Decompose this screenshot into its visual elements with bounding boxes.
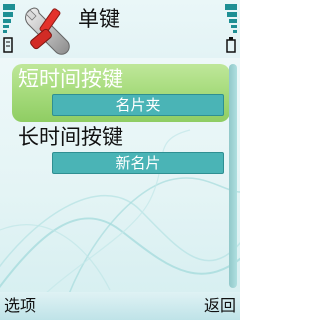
list-item-value: 新名片	[52, 152, 224, 174]
back-softkey[interactable]: 返回	[204, 292, 236, 316]
options-softkey[interactable]: 选项	[4, 292, 36, 316]
list-item-label: 短时间按键	[18, 67, 123, 91]
page-title: 单键	[78, 7, 120, 31]
wrench-icon	[25, 7, 70, 55]
signal-strength-icon	[3, 4, 15, 53]
list-item-label: 长时间按键	[18, 125, 123, 149]
screen: 单键 短时间按键 名片夹 长时间按键 新名片 选项 返回	[0, 0, 240, 320]
list-item-value: 名片夹	[52, 94, 224, 116]
scrollbar[interactable]	[229, 64, 237, 288]
list-item-long-press[interactable]: 长时间按键 新名片	[12, 122, 230, 180]
scrollbar-thumb[interactable]	[229, 64, 237, 288]
softkey-bar: 选项 返回	[0, 292, 240, 320]
header: 单键	[0, 0, 240, 58]
list-item-short-press[interactable]: 短时间按键 名片夹	[12, 64, 230, 122]
battery-level-icon	[225, 4, 237, 53]
